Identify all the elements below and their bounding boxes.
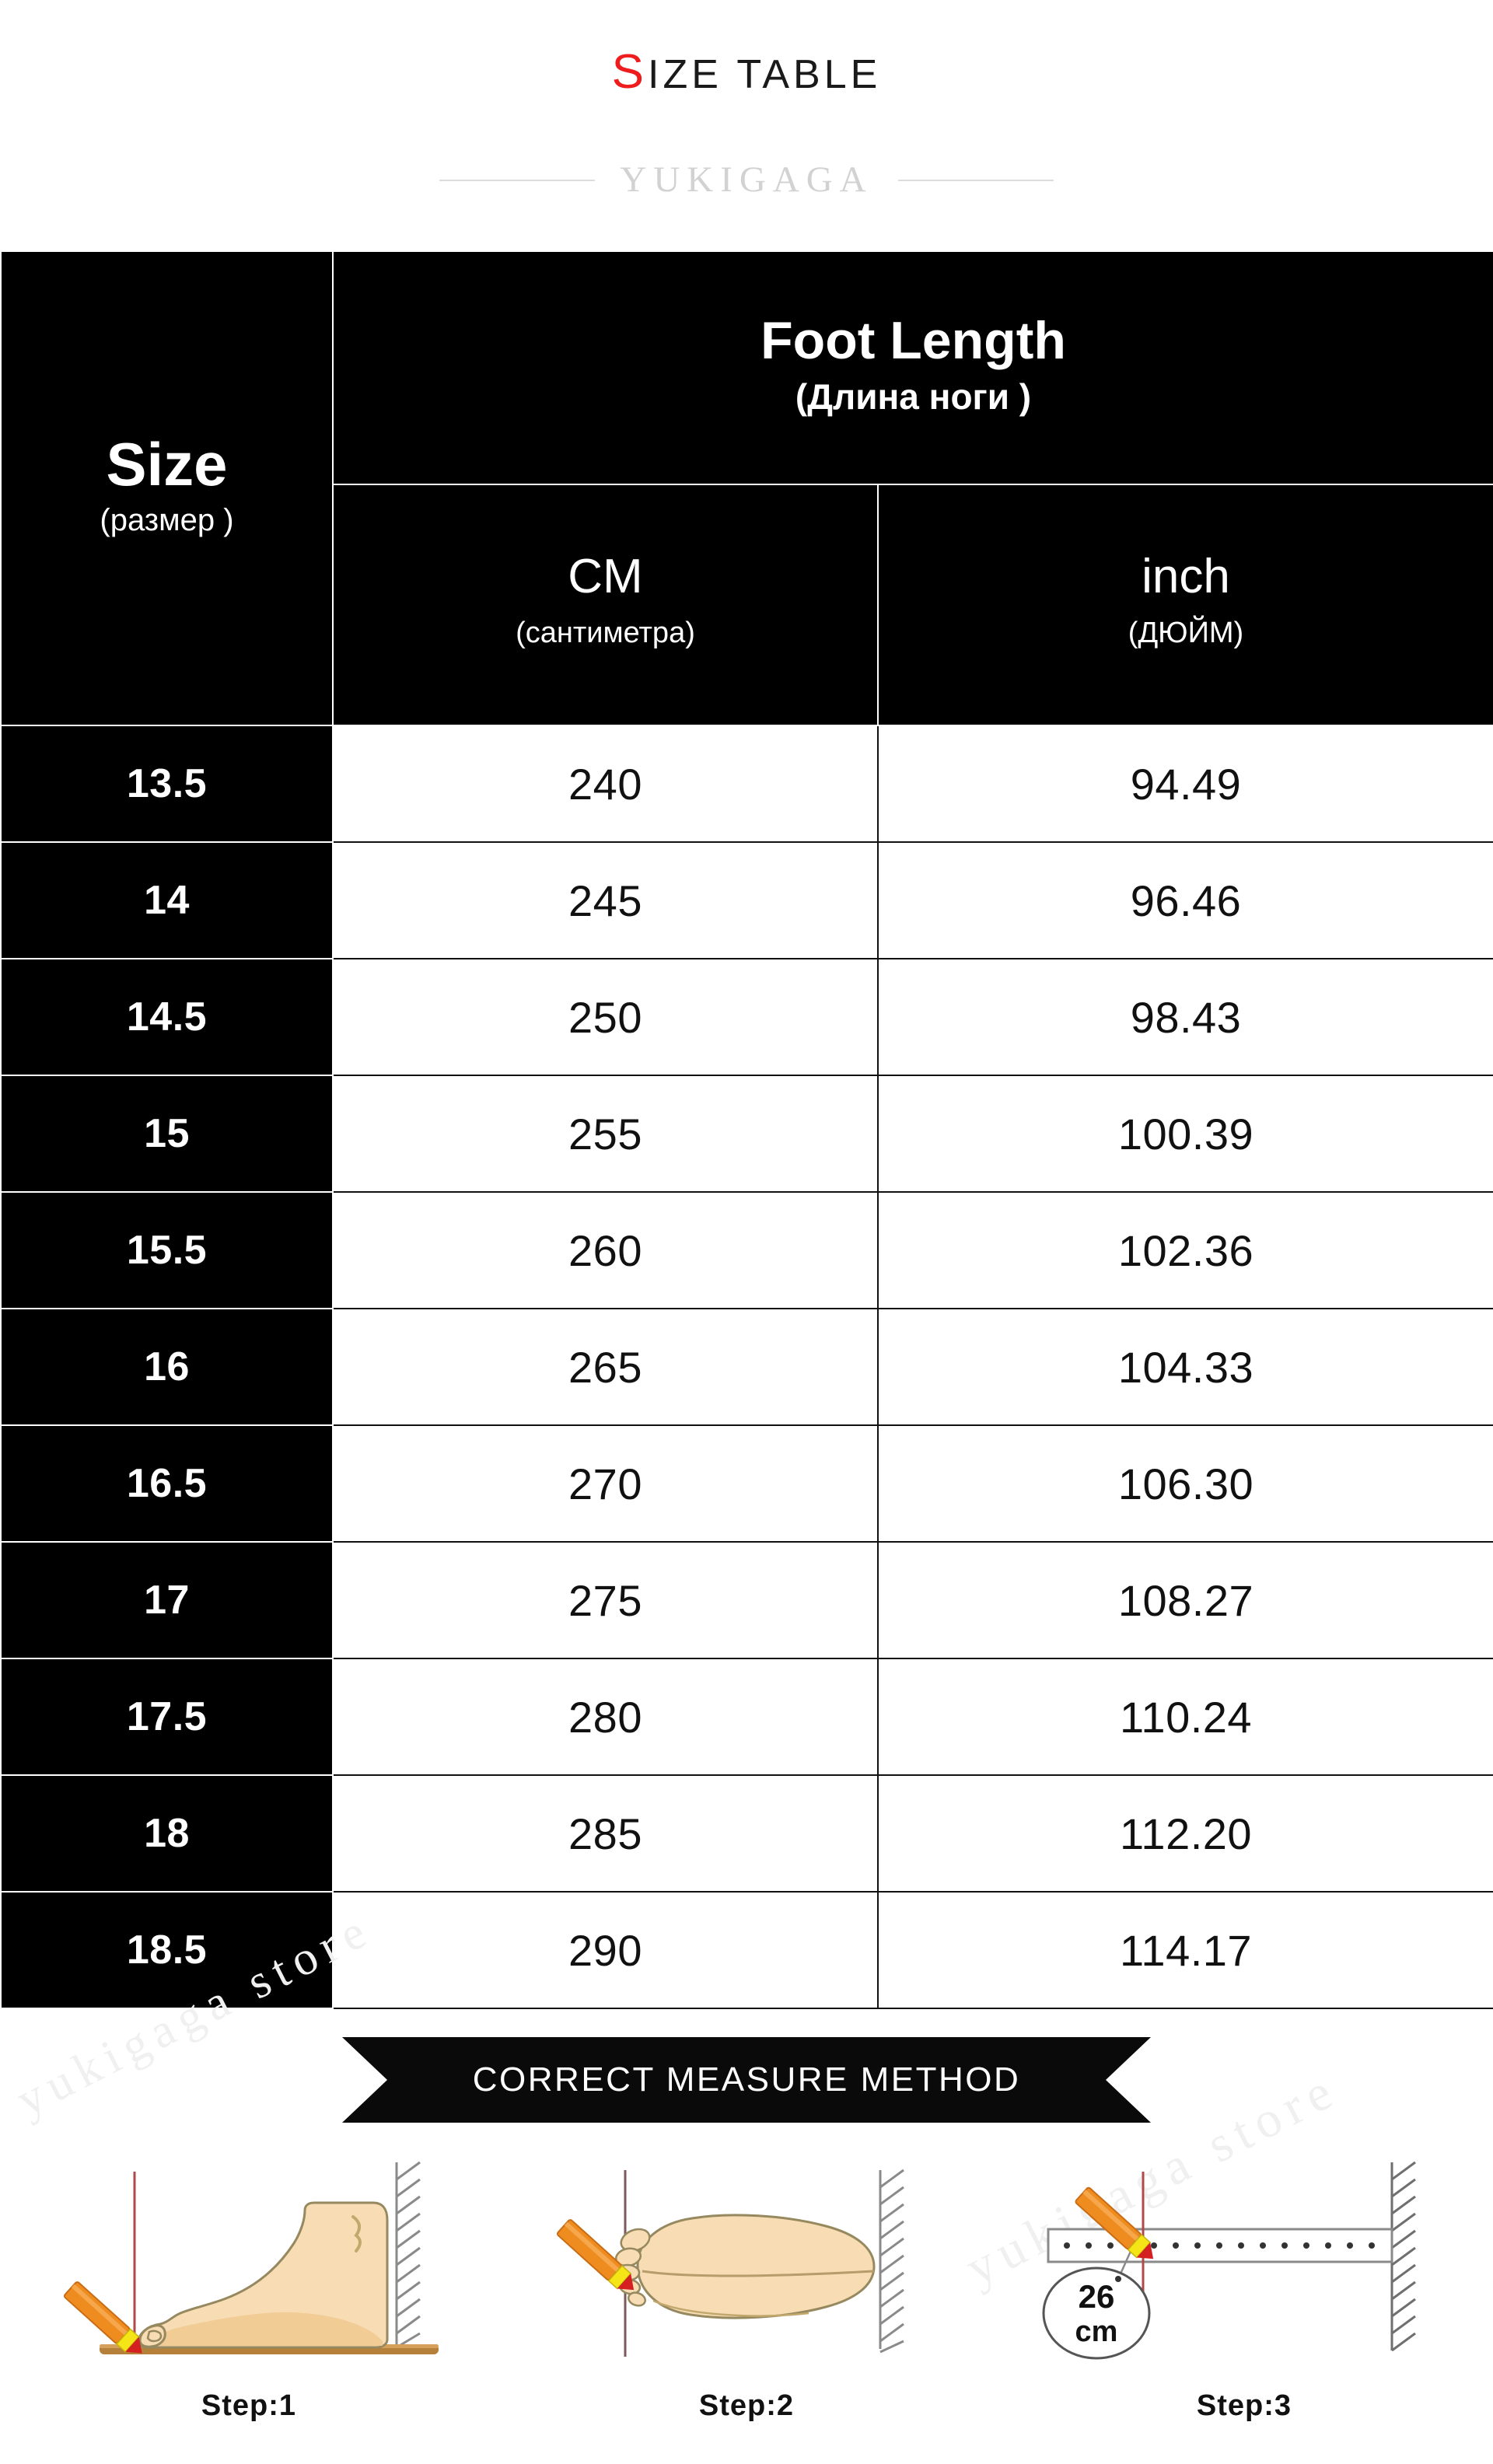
cell-size: 14.5 [0, 958, 334, 1076]
page-title-accent-letter: S [611, 45, 649, 99]
table-row: 16 265 104.33 [0, 1308, 1493, 1426]
header-cell-inch: inch (ДЮЙМ) [876, 484, 1493, 726]
cell-size: 15.5 [0, 1191, 334, 1309]
page-title-rest: IZE TABLE [648, 52, 882, 97]
brand-rule-right [897, 179, 1054, 181]
step-1-illustration [63, 2161, 439, 2354]
cell-inch: 98.43 [876, 958, 1493, 1076]
size-table-page: SIZE TABLE YUKIGAGA Size (размер ) Foot … [0, 0, 1493, 2464]
cell-cm: 270 [332, 1424, 879, 1543]
cell-cm: 245 [332, 841, 879, 959]
header-cm-label: CM [568, 550, 643, 604]
cell-cm: 285 [332, 1774, 879, 1893]
table-body: 13.5 240 94.49 14 245 96.46 14.5 250 98.43 15 255 1… [0, 725, 1493, 2009]
step-3-illustration: 26 cm [1042, 2161, 1416, 2360]
foot-top-icon [614, 2214, 876, 2319]
wall-icon [395, 2161, 421, 2349]
table-row: 15 255 100.39 [0, 1075, 1493, 1193]
cell-cm: 280 [332, 1658, 879, 1776]
cell-size: 16.5 [0, 1424, 334, 1543]
size-chart-table: Size (размер ) Foot Length (Длина ноги )… [0, 250, 1493, 2009]
brand-name: YUKIGAGA [620, 159, 873, 200]
table-row: 15.5 260 102.36 [0, 1191, 1493, 1309]
table-head: Size (размер ) Foot Length (Длина ноги )… [0, 250, 1493, 726]
cell-size: 15 [0, 1075, 334, 1193]
header-cell-cm: CM (сантиметра) [332, 484, 879, 726]
steps-row: Step:1 Step:2 26 cm Step:3 [0, 2148, 1493, 2423]
header-cell-size: Size (размер ) [0, 250, 334, 726]
cell-inch: 106.30 [876, 1424, 1493, 1543]
cell-cm: 290 [332, 1891, 879, 2009]
step-2-label: Step:2 [698, 2389, 795, 2422]
ruler-ticks [1064, 2242, 1375, 2249]
cell-size: 17.5 [0, 1658, 334, 1776]
cell-cm: 255 [332, 1075, 879, 1193]
callout-unit: cm [1075, 2315, 1118, 2348]
cell-cm: 250 [332, 958, 879, 1076]
measurement-callout: 26 cm [1042, 2247, 1151, 2360]
table-row: 13.5 240 94.49 [0, 725, 1493, 843]
header-size-label: Size [106, 430, 228, 499]
brand-rule-left [439, 179, 596, 181]
cell-inch: 110.24 [876, 1658, 1493, 1776]
cell-inch: 100.39 [876, 1075, 1493, 1193]
step-2: Step:2 [498, 2148, 995, 2423]
table-row: 16.5 270 106.30 [0, 1424, 1493, 1543]
header-inch-label: inch [1142, 550, 1230, 604]
cell-cm: 265 [332, 1308, 879, 1426]
foot-side-icon [137, 2201, 389, 2349]
cell-inch: 104.33 [876, 1308, 1493, 1426]
wall-icon [879, 2169, 904, 2354]
table-row: 18.5 290 114.17 [0, 1891, 1493, 2009]
table-row: 17 275 108.27 [0, 1541, 1493, 1659]
cell-cm: 260 [332, 1191, 879, 1309]
step-3: 26 cm Step:3 [995, 2148, 1493, 2423]
table-head-row-1: Size (размер ) Foot Length (Длина ноги ) [0, 250, 1493, 726]
table-row: 14.5 250 98.43 [0, 958, 1493, 1076]
table-row: 17.5 280 110.24 [0, 1658, 1493, 1776]
measure-banner: CORRECT MEASURE METHOD [342, 2037, 1151, 2123]
measure-method-section: yukigaga store yukigaga store CORRECT ME… [0, 1902, 1493, 2464]
page-title: SIZE TABLE [0, 48, 1493, 96]
cell-size: 16 [0, 1308, 334, 1426]
step-1-label: Step:1 [201, 2389, 297, 2422]
table-row: 14 245 96.46 [0, 841, 1493, 959]
cell-size: 18 [0, 1774, 334, 1893]
table-row: 18 285 112.20 [0, 1774, 1493, 1893]
cell-size: 18.5 [0, 1891, 334, 2009]
callout-value: 26 [1079, 2278, 1115, 2315]
cell-cm: 240 [332, 725, 879, 843]
cell-size: 17 [0, 1541, 334, 1659]
cell-cm: 275 [332, 1541, 879, 1659]
cell-size: 14 [0, 841, 334, 959]
cell-inch: 102.36 [876, 1191, 1493, 1309]
header-inch-sublabel: (ДЮЙМ) [1128, 616, 1244, 649]
measure-banner-text: CORRECT MEASURE METHOD [472, 2060, 1021, 2099]
step-1: Step:1 [0, 2148, 498, 2423]
cell-inch: 94.49 [876, 725, 1493, 843]
header-size-sublabel: (размер ) [100, 502, 234, 537]
page-header: SIZE TABLE YUKIGAGA [0, 0, 1493, 250]
step-3-label: Step:3 [1196, 2389, 1292, 2422]
cell-inch: 96.46 [876, 841, 1493, 959]
wall-icon [1390, 2161, 1416, 2352]
header-foot-length-sublabel: (Длина ноги ) [795, 376, 1032, 417]
cell-inch: 114.17 [876, 1891, 1493, 2009]
cell-size: 13.5 [0, 725, 334, 843]
header-cm-sublabel: (сантиметра) [516, 616, 695, 649]
header-foot-length-label: Foot Length [760, 311, 1066, 371]
cell-inch: 108.27 [876, 1541, 1493, 1659]
cell-inch: 112.20 [876, 1774, 1493, 1893]
header-cell-foot-length: Foot Length (Длина ноги ) [331, 250, 1493, 485]
measure-banner-wrap: CORRECT MEASURE METHOD [0, 2037, 1493, 2123]
step-2-illustration [556, 2169, 904, 2357]
brand-row: YUKIGAGA [0, 162, 1493, 198]
